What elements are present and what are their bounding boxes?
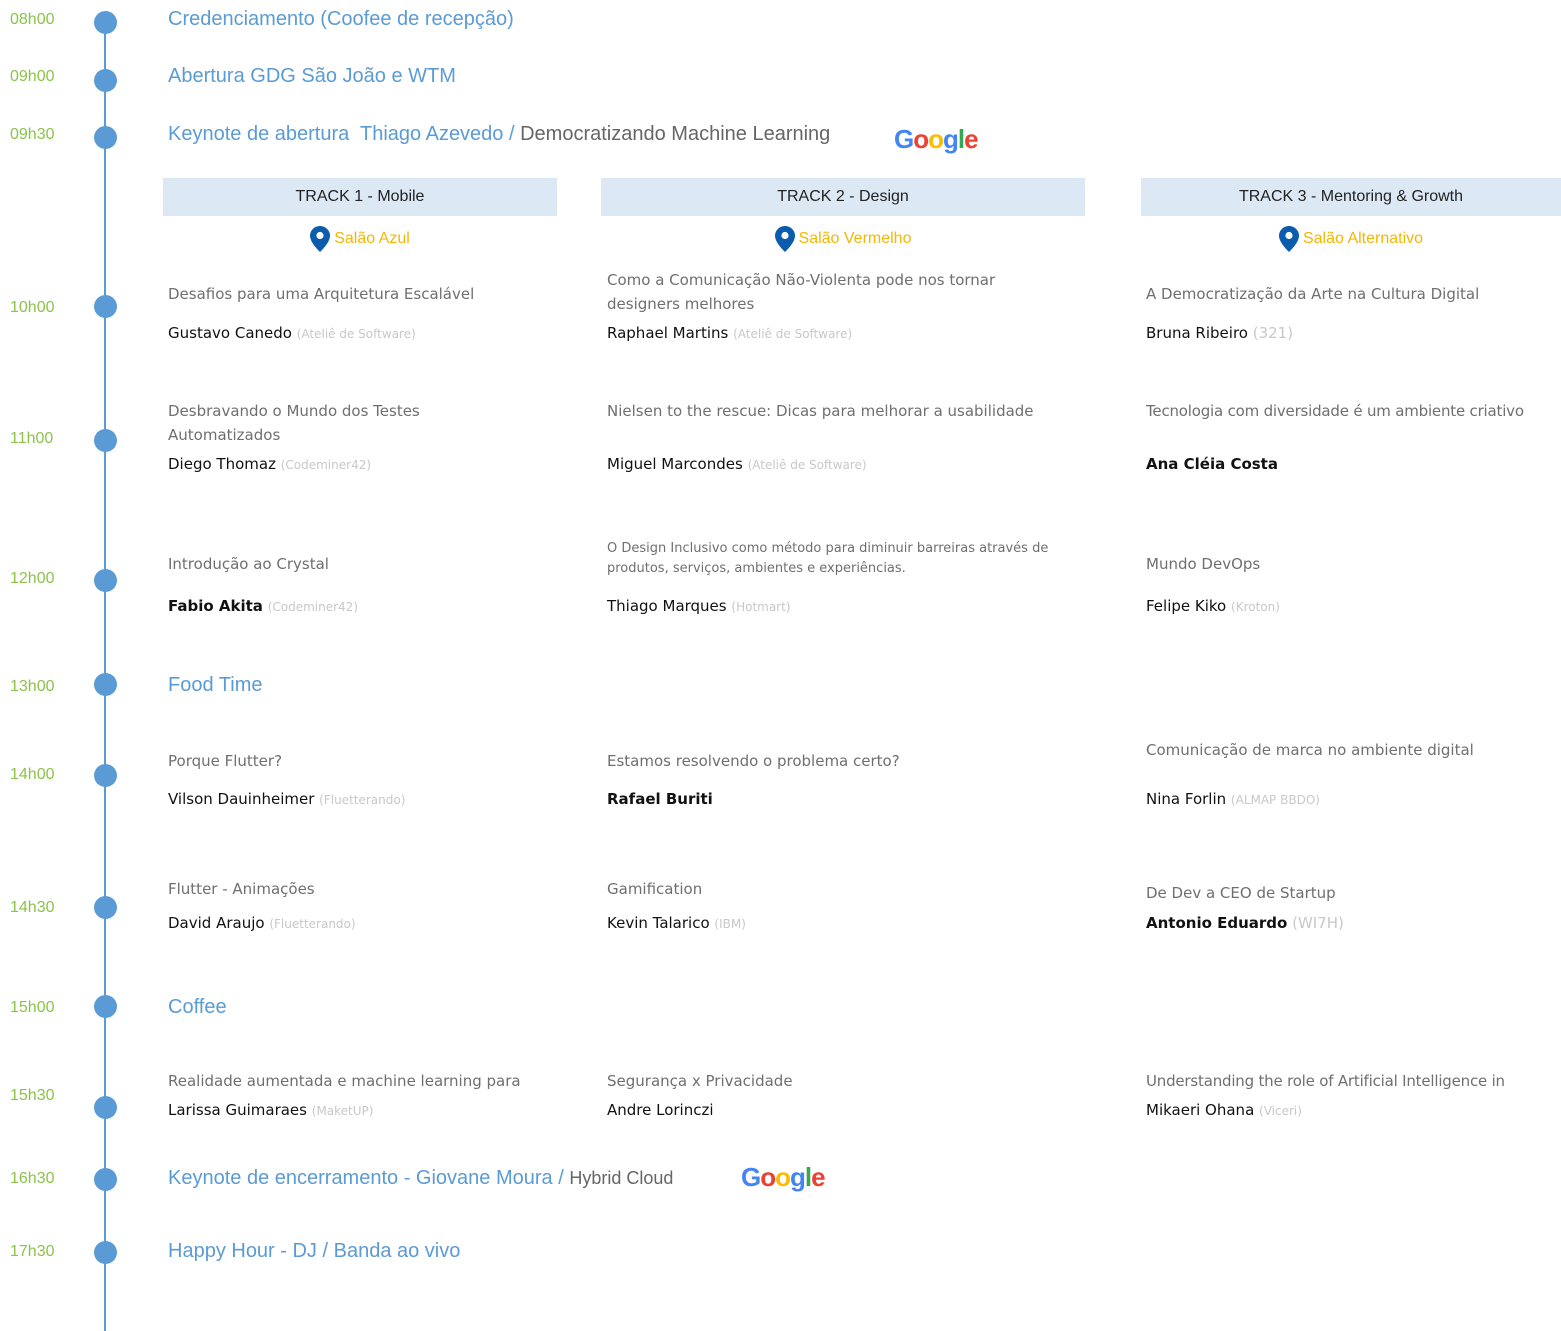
time-label: 17h30 <box>10 1243 55 1260</box>
time-label: 15h00 <box>10 999 55 1016</box>
event-keynote-close: Keynote de encerramento - Giovane Moura … <box>168 1167 673 1190</box>
session-title: Desbravando o Mundo dos Testes Automatiz… <box>168 402 420 444</box>
location-pin-icon <box>1278 226 1299 252</box>
google-logo: Google <box>894 124 979 154</box>
session-title: Comunicação de marca no ambiente digital <box>1146 741 1474 759</box>
time-label: 09h30 <box>10 126 55 143</box>
timeline-dot <box>94 1096 117 1119</box>
event-food-time: Food Time <box>168 674 263 696</box>
keynote-open-label: Keynote de abertura Thiago Azevedo / <box>168 123 521 145</box>
room-name: Salão Azul <box>334 230 410 247</box>
session-speaker: Bruna Ribeiro (321) <box>1146 324 1294 342</box>
google-logo: Google <box>741 1162 826 1192</box>
session-title: Flutter - Animações <box>168 880 315 898</box>
session-title: Gamification <box>607 880 703 898</box>
track-2-room: Salão Vermelho <box>601 224 1085 254</box>
timeline-dot <box>94 764 117 787</box>
session-speaker: Vilson Dauinheimer (Fluetterando) <box>168 790 406 808</box>
session-title: O Design Inclusivo como método para dimi… <box>607 541 1049 576</box>
session-speaker: Ana Cléia Costa <box>1146 455 1278 473</box>
time-label: 09h00 <box>10 68 55 85</box>
session-speaker: Kevin Talarico (IBM) <box>607 914 746 932</box>
room-name: Salão Alternativo <box>1302 230 1424 247</box>
event-credenciamento: Credenciamento (Coofee de recepção) <box>168 8 514 30</box>
timeline-dot <box>94 295 117 318</box>
session-speaker: Miguel Marcondes (Ateliê de Software) <box>607 455 867 473</box>
timeline-dot <box>94 11 117 34</box>
session-title: A Democratização da Arte na Cultura Digi… <box>1146 285 1480 303</box>
session-title: Segurança x Privacidade <box>607 1072 793 1090</box>
track-2-header: TRACK 2 - Design <box>601 178 1085 216</box>
time-label: 11h00 <box>10 430 54 447</box>
location-pin-icon <box>310 226 331 252</box>
session-title: Desafios para uma Arquitetura Escalável <box>168 285 475 303</box>
timeline-dot <box>94 995 117 1018</box>
event-happy-hour: Happy Hour - DJ / Banda ao vivo <box>168 1240 461 1262</box>
time-label: 14h30 <box>10 899 55 916</box>
session-speaker: Raphael Martins (Ateliê de Software) <box>607 324 853 342</box>
time-label: 08h00 <box>10 11 55 28</box>
timeline-dot <box>94 673 117 696</box>
session-speaker: Fabio Akita (Codeminer42) <box>168 597 359 615</box>
timeline-dot <box>94 69 117 92</box>
location-pin-icon <box>774 226 795 252</box>
session-speaker: Felipe Kiko (Kroton) <box>1146 597 1280 615</box>
track-1-room: Salão Azul <box>163 224 557 254</box>
time-label: 12h00 <box>10 570 55 587</box>
keynote-close-label: Keynote de encerramento - Giovane Moura … <box>168 1167 570 1189</box>
session-speaker: Diego Thomaz (Codeminer42) <box>168 455 372 473</box>
session-title: Realidade aumentada e machine learning p… <box>168 1072 521 1090</box>
session-title: Como a Comunicação Não-Violenta pode nos… <box>607 271 996 313</box>
time-label: 10h00 <box>10 299 55 316</box>
room-name: Salão Vermelho <box>798 230 912 247</box>
session-title: Understanding the role of Artificial Int… <box>1146 1072 1505 1090</box>
session-title: Tecnologia com diversidade é um ambiente… <box>1146 402 1524 420</box>
session-title: Porque Flutter? <box>168 752 283 770</box>
keynote-open-topic: Democratizando Machine Learning <box>520 123 831 145</box>
session-title: Introdução ao Crystal <box>168 555 329 573</box>
timeline-dot <box>94 569 117 592</box>
track-3-header: TRACK 3 - Mentoring & Growth <box>1141 178 1561 216</box>
session-speaker: Mikaeri Ohana (Viceri) <box>1146 1101 1302 1119</box>
event-coffee: Coffee <box>168 996 227 1018</box>
session-speaker: Antonio Eduardo (WI7H) <box>1146 914 1344 932</box>
event-keynote-open: Keynote de abertura Thiago Azevedo / Dem… <box>168 123 830 146</box>
session-speaker: Gustavo Canedo (Ateliê de Software) <box>168 324 416 342</box>
timeline-dot <box>94 896 117 919</box>
session-speaker: Thiago Marques (Hotmart) <box>607 597 791 615</box>
timeline-dot <box>94 126 117 149</box>
track-3-room: Salão Alternativo <box>1141 224 1561 254</box>
session-title: Nielsen to the rescue: Dicas para melhor… <box>607 402 1034 420</box>
track-1-header: TRACK 1 - Mobile <box>163 178 557 216</box>
session-title: De Dev a CEO de Startup <box>1146 884 1336 902</box>
session-speaker: Nina Forlin (ALMAP BBDO) <box>1146 790 1320 808</box>
time-label: 14h00 <box>10 766 55 783</box>
time-label: 15h30 <box>10 1087 55 1104</box>
time-label: 16h30 <box>10 1170 55 1187</box>
time-label: 13h00 <box>10 678 55 695</box>
session-title: Estamos resolvendo o problema certo? <box>607 752 900 770</box>
session-speaker: Andre Lorinczi <box>607 1101 714 1119</box>
timeline-dot <box>94 1241 117 1264</box>
timeline-dot <box>94 1168 117 1191</box>
event-abertura: Abertura GDG São João e WTM <box>168 65 456 87</box>
session-title: Mundo DevOps <box>1146 555 1261 573</box>
session-speaker: Larissa Guimaraes (MaketUP) <box>168 1101 374 1119</box>
keynote-close-topic: Hybrid Cloud <box>569 1168 674 1188</box>
session-speaker: Rafael Buriti <box>607 790 713 808</box>
timeline-dot <box>94 429 117 452</box>
timeline-line <box>104 12 106 1331</box>
session-speaker: David Araujo (Fluetterando) <box>168 914 356 932</box>
